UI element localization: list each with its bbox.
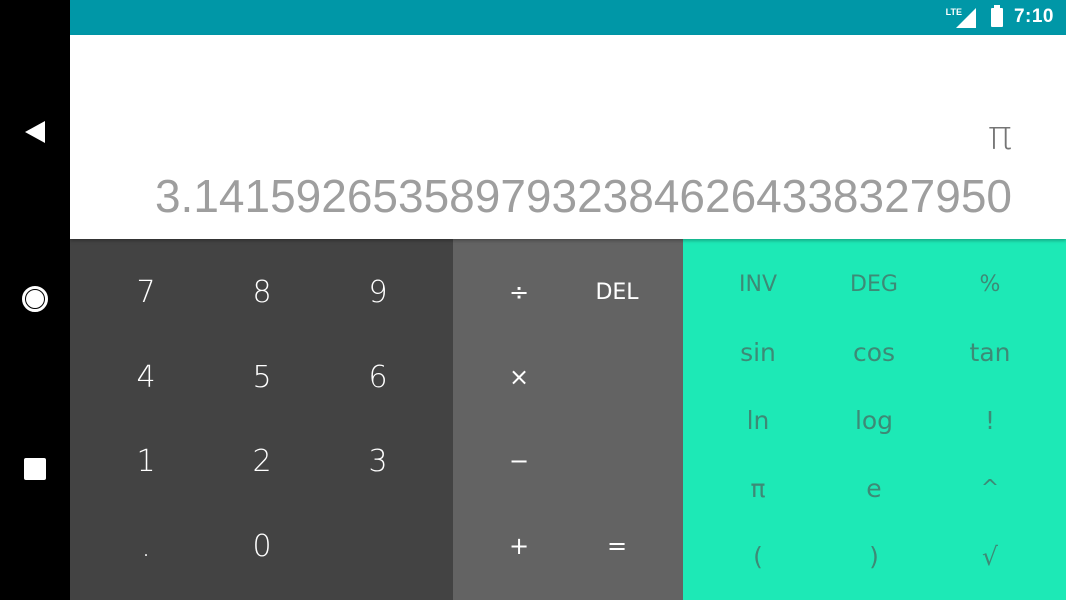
- equals-button[interactable]: =: [568, 504, 666, 588]
- network-type-label: LTE: [945, 7, 962, 17]
- factorial-button[interactable]: !: [932, 386, 1048, 454]
- digit-9-button[interactable]: 9: [320, 250, 436, 334]
- divide-button[interactable]: ÷: [470, 250, 568, 334]
- navigation-bar: [0, 0, 70, 600]
- degree-mode-button[interactable]: DEG: [816, 250, 932, 318]
- log-button[interactable]: log: [816, 386, 932, 454]
- digit-6-button[interactable]: 6: [320, 335, 436, 419]
- formula-text[interactable]: π: [988, 113, 1012, 159]
- advanced-pad: INV DEG % sin cos tan ln log ! π e ^ ( )…: [683, 239, 1066, 600]
- right-paren-button[interactable]: ): [816, 522, 932, 590]
- minus-button[interactable]: −: [470, 419, 568, 503]
- back-button[interactable]: [0, 102, 70, 162]
- status-bar: LTE 7:10: [70, 0, 1066, 35]
- delete-button[interactable]: DEL: [568, 250, 666, 334]
- ln-button[interactable]: ln: [700, 386, 816, 454]
- digit-0-button[interactable]: 0: [204, 504, 320, 588]
- status-clock: 7:10: [1013, 6, 1054, 27]
- digit-1-button[interactable]: 1: [88, 419, 204, 503]
- left-paren-button[interactable]: (: [700, 522, 816, 590]
- numeric-pad: 7 8 9 4 5 6 1 2 3 . 0: [70, 239, 453, 600]
- digit-4-button[interactable]: 4: [88, 335, 204, 419]
- home-button[interactable]: [0, 269, 70, 329]
- digit-2-button[interactable]: 2: [204, 419, 320, 503]
- power-button[interactable]: ^: [932, 454, 1048, 522]
- digit-3-button[interactable]: 3: [320, 419, 436, 503]
- cos-button[interactable]: cos: [816, 318, 932, 386]
- digit-7-button[interactable]: 7: [88, 250, 204, 334]
- pi-button[interactable]: π: [700, 454, 816, 522]
- percent-button[interactable]: %: [932, 250, 1048, 318]
- digit-5-button[interactable]: 5: [204, 335, 320, 419]
- inverse-button[interactable]: INV: [700, 250, 816, 318]
- calculator-display: π 3.14159265358979323846264338327950: [70, 35, 1066, 239]
- e-button[interactable]: e: [816, 454, 932, 522]
- home-icon: [22, 286, 48, 312]
- multiply-button[interactable]: ×: [470, 335, 568, 419]
- square-root-button[interactable]: √: [932, 522, 1048, 590]
- sin-button[interactable]: sin: [700, 318, 816, 386]
- battery-icon: [991, 5, 1003, 27]
- decimal-point-button[interactable]: .: [88, 504, 204, 588]
- recents-button[interactable]: [0, 439, 70, 499]
- result-text[interactable]: 3.14159265358979323846264338327950: [155, 169, 1012, 223]
- tan-button[interactable]: tan: [932, 318, 1048, 386]
- recents-icon: [24, 458, 46, 480]
- digit-8-button[interactable]: 8: [204, 250, 320, 334]
- plus-button[interactable]: +: [470, 504, 568, 588]
- back-icon: [25, 121, 45, 143]
- operator-pad: ÷ DEL × − + =: [453, 239, 683, 600]
